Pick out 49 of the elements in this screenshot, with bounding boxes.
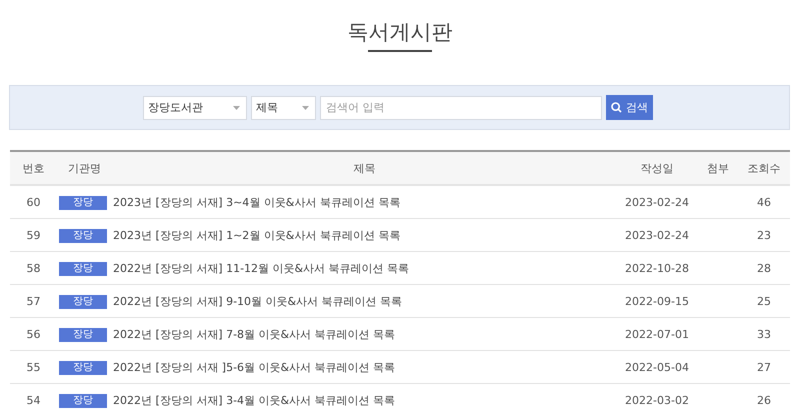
table-cell: 54: [10, 384, 57, 414]
column-header: 첨부: [698, 151, 738, 185]
table-cell: 57: [10, 284, 57, 318]
search-icon: [611, 102, 622, 113]
column-header: 번호: [10, 151, 57, 185]
column-header: 기관명: [57, 151, 113, 185]
post-title-link[interactable]: 2022년 [장당의 서재 ]5-6월 이웃&사서 북큐레이션 목록: [113, 360, 396, 374]
table-cell: 55: [10, 350, 57, 384]
table-cell: 46: [738, 185, 790, 218]
table-cell: 27: [738, 350, 790, 384]
table-cell: 60: [10, 185, 57, 218]
agency-tag: 장당: [59, 360, 107, 374]
table-cell: 58: [10, 252, 57, 284]
agency-tag: 장당: [59, 394, 107, 408]
table-cell: 28: [738, 252, 790, 284]
table-cell: 23: [738, 218, 790, 252]
agency-tag: 장당: [59, 262, 107, 276]
column-header: 조회수: [738, 151, 790, 185]
table-cell: 26: [738, 384, 790, 414]
page-title: 독서게시판: [348, 19, 452, 46]
search-field[interactable]: 검색어 입력: [320, 96, 602, 120]
table-cell: 56: [10, 318, 57, 350]
field-select[interactable]: 제목: [251, 96, 316, 120]
table-cell: 2022-05-04: [616, 350, 698, 384]
table-cell: 2022-07-01: [616, 318, 698, 350]
post-title-link[interactable]: 2022년 [장당의 서재] 7-8월 이웃&사서 북큐레이션 목록: [113, 328, 396, 340]
caret-icon: [233, 106, 240, 110]
agency-tag: 장당: [59, 294, 107, 308]
table-cell: 33: [738, 318, 790, 350]
table-cell: 2022-09-15: [616, 284, 698, 318]
post-title-link[interactable]: 2022년 [장당의 서재] 11-12월 이웃&사서 북큐레이션 목록: [113, 262, 410, 274]
library-select[interactable]: 장당도서관: [143, 96, 247, 120]
table-cell: 2022-03-02: [616, 384, 698, 414]
table-cell: 59: [10, 218, 57, 252]
agency-tag: 장당: [59, 328, 107, 342]
table-cell: 2023-02-24: [616, 185, 698, 218]
search-button[interactable]: 검색: [606, 95, 653, 120]
table-cell: 2022-10-28: [616, 252, 698, 284]
column-header: 제목: [113, 151, 616, 185]
agency-tag: 장당: [59, 228, 107, 242]
table-cell: 2023-02-24: [616, 218, 698, 252]
post-title-link[interactable]: 2022년 [장당의 서재] 3-4월 이웃&사서 북큐레이션 목록: [113, 394, 396, 406]
caret-icon: [302, 106, 309, 110]
post-title-link[interactable]: 2023년 [장당의 서재] 1~2월 이웃&사서 북큐레이션 목록: [113, 228, 400, 242]
column-header: 작성일: [616, 151, 698, 185]
post-title-link[interactable]: 2022년 [장당의 서재] 9-10월 이웃&사서 북큐레이션 목록: [113, 294, 402, 308]
post-title-link[interactable]: 2023년 [장당의 서재] 3~4월 이웃&사서 북큐레이션 목록: [113, 196, 400, 208]
table-cell: 25: [738, 284, 790, 318]
agency-tag: 장당: [59, 196, 107, 210]
